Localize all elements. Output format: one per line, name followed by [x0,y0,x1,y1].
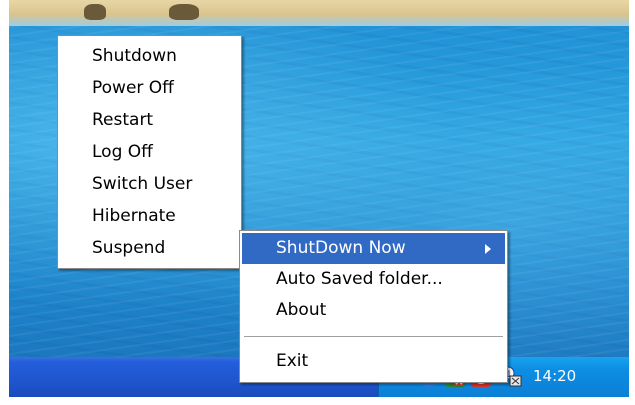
desktop-wallpaper-beach [9,0,629,26]
menu-item-shutdown-now-label: ShutDown Now [276,238,406,258]
menu-item-switch-user[interactable]: Switch User [58,168,241,200]
rock-decoration [84,4,106,20]
frame-bottom [0,397,635,405]
menu-item-restart[interactable]: Restart [58,104,241,136]
desktop: EN 1 14:20 Shutdown Power Off [0,0,635,405]
shutdown-options-submenu: Shutdown Power Off Restart Log Off Switc… [57,35,242,269]
menu-item-auto-saved-folder[interactable]: Auto Saved folder... [240,264,507,295]
menu-item-hibernate[interactable]: Hibernate [58,200,241,232]
rock-decoration [169,4,199,20]
menu-item-about[interactable]: About [240,295,507,326]
frame-right [629,0,635,405]
menu-item-exit[interactable]: Exit [240,346,507,377]
menu-item-shutdown[interactable]: Shutdown [58,40,241,72]
tray-context-menu: ShutDown Now Auto Saved folder... About … [239,230,508,383]
menu-item-power-off[interactable]: Power Off [58,72,241,104]
menu-item-suspend[interactable]: Suspend [58,232,241,264]
menu-item-shutdown-now[interactable]: ShutDown Now [242,233,505,264]
submenu-arrow-icon [485,244,491,254]
menu-separator [244,336,503,337]
frame-left [0,0,9,405]
menu-item-log-off[interactable]: Log Off [58,136,241,168]
clock[interactable]: 14:20 [533,367,576,385]
